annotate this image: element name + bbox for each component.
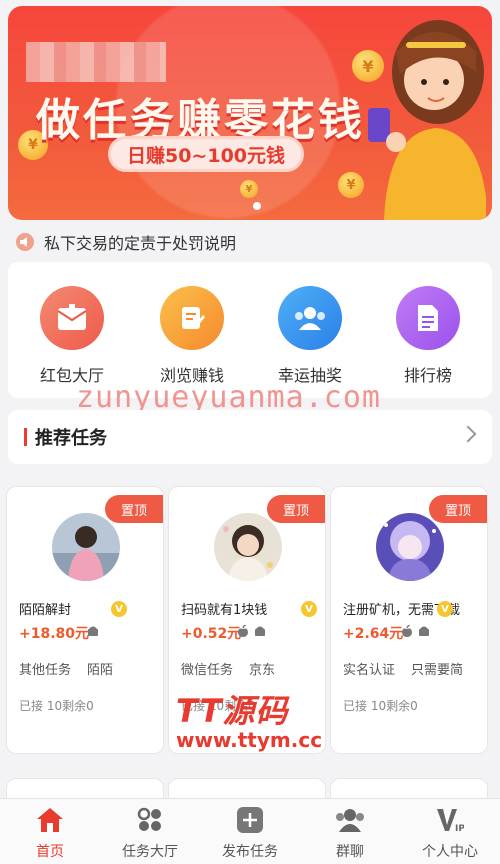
- carousel-dot[interactable]: [253, 202, 261, 210]
- red-envelope-icon: [40, 286, 104, 350]
- task-platform: 陌陌: [87, 663, 114, 678]
- chevron-right-icon[interactable]: [459, 425, 477, 443]
- banner-pill: 日赚50~100元钱: [108, 136, 304, 172]
- section-title: 推荐任务: [35, 428, 107, 449]
- users-icon: [278, 286, 342, 350]
- quick-nav: 红包大厅 浏览赚钱 幸运抽奖 排行榜: [8, 262, 492, 398]
- section-accent-bar: [24, 428, 27, 446]
- task-status: 已接 10剩余0: [343, 699, 418, 713]
- tab-task-hall[interactable]: 任务大厅: [105, 805, 195, 861]
- plus-icon: [235, 805, 265, 835]
- tab-label: 个人中心: [422, 844, 478, 860]
- tab-label: 首页: [36, 844, 64, 860]
- nav-lucky-draw[interactable]: 幸运抽奖: [260, 286, 360, 386]
- task-price: +18.80元: [19, 626, 90, 642]
- task-name: 扫码就有1块钱: [181, 603, 268, 618]
- task-status: 已接 10剩余0: [19, 699, 94, 713]
- task-card[interactable]: 置顶 陌陌解封 V +18.80元 其他任务 陌陌 已接 10剩余0: [6, 486, 164, 754]
- verified-icon: V: [437, 601, 453, 617]
- ttym-watermark: TT源码 www.ttym.cc: [176, 686, 322, 752]
- home-icon: [35, 805, 65, 835]
- blurred-logo: [26, 42, 166, 82]
- tab-label: 任务大厅: [122, 844, 178, 860]
- grid-icon: [135, 805, 165, 835]
- pinned-badge: 置顶: [429, 495, 487, 523]
- notepad-icon: [160, 286, 224, 350]
- verified-icon: V: [111, 601, 127, 617]
- girl-illustration: [368, 20, 486, 220]
- tab-label: 发布任务: [222, 844, 278, 860]
- bottom-tab-bar: 首页 任务大厅 发布任务 群聊 IP 个人中心: [0, 798, 500, 864]
- task-category: 其他任务: [19, 663, 72, 678]
- task-platform: 京东: [249, 663, 276, 678]
- svg-text:IP: IP: [455, 824, 464, 833]
- android-icon: [254, 623, 266, 636]
- promo-banner[interactable]: ¥ ¥ ¥ ¥ ¥ 做任务赚零花钱 日赚50~100元钱: [8, 6, 492, 220]
- task-name: 陌陌解封: [19, 603, 72, 618]
- document-icon: [396, 286, 460, 350]
- task-price: +0.52元: [181, 626, 242, 642]
- nav-red-envelope[interactable]: 红包大厅: [22, 286, 122, 386]
- verified-icon: V: [301, 601, 317, 617]
- task-category: 微信任务: [181, 663, 234, 678]
- ttym-watermark-url: www.ttym.cc: [176, 728, 323, 752]
- coin-icon: ¥: [338, 172, 364, 198]
- pinned-badge: 置顶: [105, 495, 163, 523]
- nav-label: 排行榜: [403, 366, 452, 385]
- speaker-icon: [16, 233, 34, 251]
- task-category: 实名认证: [343, 663, 396, 678]
- notice-bar[interactable]: 私下交易的定责于处罚说明: [16, 230, 236, 254]
- vip-icon: IP: [435, 805, 465, 835]
- notice-text: 私下交易的定责于处罚说明: [44, 234, 237, 253]
- apple-icon: [237, 623, 249, 637]
- pinned-badge: 置顶: [267, 495, 325, 523]
- tab-label: 群聊: [336, 844, 364, 860]
- nav-ranking[interactable]: 排行榜: [378, 286, 478, 386]
- apple-icon: [401, 623, 413, 637]
- tab-profile[interactable]: IP 个人中心: [405, 805, 495, 861]
- avatar: [376, 513, 444, 581]
- task-price: +2.64元: [343, 626, 404, 642]
- task-platform: 只需要简: [411, 663, 464, 678]
- nav-browse-earn[interactable]: 浏览赚钱: [142, 286, 242, 386]
- android-icon: [418, 623, 430, 636]
- recommended-tasks-header[interactable]: 推荐任务: [8, 410, 492, 464]
- task-card[interactable]: 置顶 注册矿机，无需下载 V +2.64元 实名认证 只需要简 已接 10剩余0: [330, 486, 488, 754]
- tab-group-chat[interactable]: 群聊: [305, 805, 395, 861]
- android-icon: [87, 623, 99, 636]
- avatar: [52, 513, 120, 581]
- coin-icon: ¥: [240, 180, 258, 198]
- group-chat-icon: [335, 805, 365, 835]
- avatar: [214, 513, 282, 581]
- ttym-watermark-title: TT源码: [176, 692, 289, 730]
- tab-publish-task[interactable]: 发布任务: [205, 805, 295, 861]
- tab-home[interactable]: 首页: [5, 805, 95, 861]
